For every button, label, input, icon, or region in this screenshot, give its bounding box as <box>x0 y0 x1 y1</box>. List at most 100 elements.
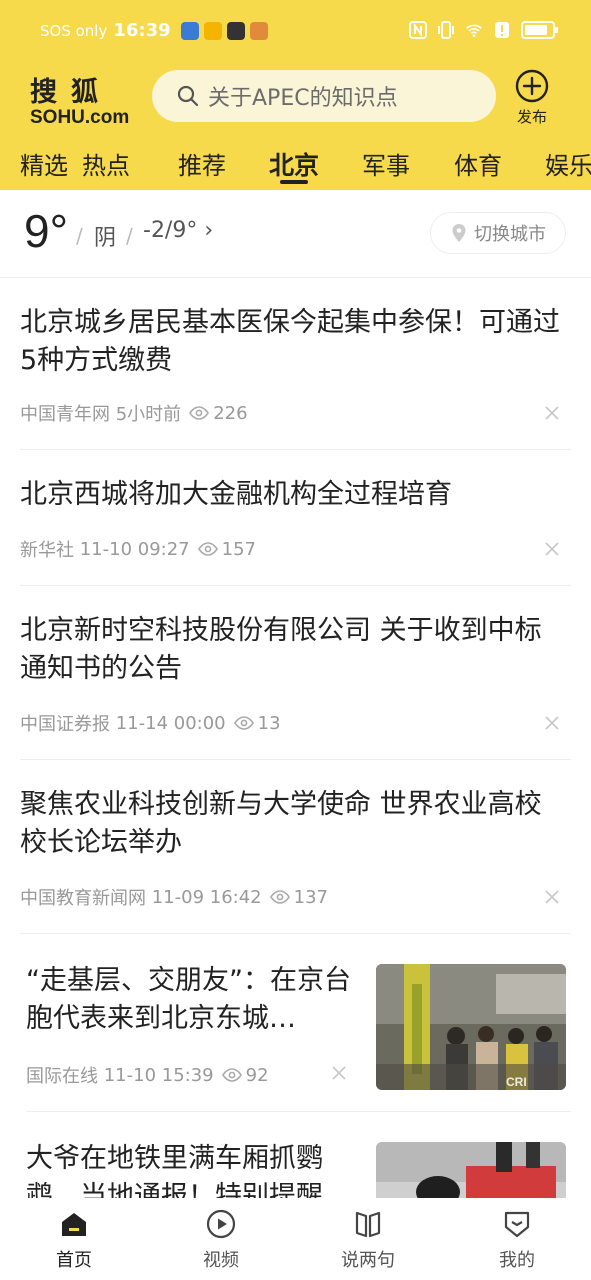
news-thumbnail <box>376 1142 566 1198</box>
close-icon[interactable] <box>545 406 559 420</box>
battery-icon <box>521 21 558 39</box>
close-icon[interactable] <box>545 716 559 730</box>
signal-alert-icon <box>495 22 509 38</box>
news-source: 中国证券报 <box>20 714 110 735</box>
nav-home[interactable]: 首页 <box>34 1208 114 1272</box>
search-icon <box>177 85 199 107</box>
news-item[interactable]: 聚焦农业科技创新与大学使命 世界农业高校校长论坛举办 中国教育新闻网 11-09… <box>20 760 571 934</box>
news-meta: 中国青年网 5小时前 226 <box>20 400 248 426</box>
news-time: 11-14 00:00 <box>115 712 226 734</box>
nav-comments[interactable]: 说两句 <box>328 1208 408 1272</box>
separator: / <box>76 224 83 248</box>
temperature: 9° <box>24 205 68 257</box>
eye-icon <box>221 1068 242 1082</box>
temperature-range-text: -2/9° <box>143 218 198 243</box>
search-placeholder: 关于APEC的知识点 <box>208 86 398 111</box>
tab-tuijian[interactable]: 推荐 <box>178 146 226 181</box>
app-notification-icon <box>249 21 268 40</box>
news-title: 北京新时空科技股份有限公司 关于收到中标通知书的公告 <box>20 615 542 684</box>
news-item[interactable]: 北京城乡居民基本医保今起集中参保！可通过5种方式缴费 中国青年网 5小时前 22… <box>20 278 571 450</box>
wifi-icon <box>466 24 482 38</box>
network-status: SOS only <box>40 21 108 40</box>
weather-bar: 9° / 阴 / -2/9° › 切换城市 <box>0 190 591 278</box>
close-icon[interactable] <box>545 890 559 904</box>
profile-shield-icon <box>504 1211 530 1238</box>
news-views: 137 <box>293 886 328 908</box>
nav-label: 我的 <box>499 1250 535 1271</box>
news-title: 聚焦农业科技创新与大学使命 世界农业高校校长论坛举办 <box>20 789 542 858</box>
nav-label: 说两句 <box>341 1250 395 1271</box>
nav-video[interactable]: 视频 <box>181 1208 261 1272</box>
notification-icons <box>180 21 268 40</box>
book-icon <box>355 1211 381 1238</box>
status-bar-right <box>409 20 558 40</box>
weather-condition: 阴 <box>94 226 117 251</box>
tab-beijing[interactable]: 北京 <box>269 146 319 182</box>
close-icon[interactable] <box>545 542 559 556</box>
nfc-icon <box>409 21 427 39</box>
plus-circle-icon <box>515 69 549 103</box>
news-views: 13 <box>257 712 281 734</box>
news-title: 北京城乡居民基本医保今起集中参保！可通过5种方式缴费 <box>20 307 560 376</box>
app-header: SOS only 16:39 搜狐 SOHU.com 关于APEC的知识点 发布… <box>0 0 591 190</box>
news-item[interactable]: 北京西城将加大金融机构全过程培育 新华社 11-10 09:27 157 <box>20 450 571 586</box>
app-notification-icon <box>226 21 245 40</box>
eye-icon <box>197 542 218 556</box>
switch-city-label: 切换城市 <box>474 224 546 245</box>
play-icon <box>206 1209 236 1239</box>
news-title: “走基层、交朋友”：在京台胞代表来到北京东城… <box>26 965 351 1034</box>
news-meta: 中国证券报 11-14 00:00 13 <box>20 710 281 736</box>
tab-jingxuan[interactable]: 精选 <box>20 146 68 181</box>
news-source: 国际在线 <box>26 1066 98 1087</box>
exhibition-photo: CRI <box>376 964 566 1090</box>
eye-icon <box>189 406 210 420</box>
news-item-with-image[interactable]: 大爷在地铁里满车厢抓鹦鹉，当地通报！特别提醒 <box>26 1112 571 1198</box>
tab-yule[interactable]: 娱乐 <box>545 146 591 181</box>
logo-cn: 搜狐 <box>30 77 112 108</box>
switch-city-button[interactable]: 切换城市 <box>430 212 566 254</box>
search-bar[interactable]: 关于APEC的知识点 <box>152 70 496 122</box>
news-time: 11-10 15:39 <box>103 1064 214 1086</box>
tab-junshi[interactable]: 军事 <box>362 146 410 181</box>
sohu-logo[interactable]: 搜狐 SOHU.com <box>30 70 129 128</box>
temperature-range[interactable]: -2/9° › <box>143 218 213 243</box>
bottom-nav: 首页 视频 说两句 我的 <box>0 1198 591 1280</box>
publish-label: 发布 <box>516 108 547 126</box>
news-views: 157 <box>221 538 256 560</box>
publish-button[interactable]: 发布 <box>508 68 556 127</box>
location-pin-icon <box>452 224 466 242</box>
news-meta: 国际在线 11-10 15:39 92 <box>26 1062 269 1088</box>
active-tab-indicator <box>280 180 308 184</box>
news-meta: 中国教育新闻网 11-09 16:42 137 <box>20 884 328 910</box>
close-icon[interactable] <box>332 1066 346 1080</box>
news-source: 中国教育新闻网 <box>20 888 146 909</box>
news-source: 中国青年网 <box>20 404 110 425</box>
news-title: 大爷在地铁里满车厢抓鹦鹉，当地通报！特别提醒 <box>26 1143 323 1198</box>
app-notification-icon <box>203 21 222 40</box>
news-time: 11-09 16:42 <box>151 886 262 908</box>
news-time: 5小时前 <box>115 404 182 425</box>
news-time: 11-10 09:27 <box>79 538 190 560</box>
news-item-with-image[interactable]: “走基层、交朋友”：在京台胞代表来到北京东城… 国际在线 11-10 15:39… <box>26 934 571 1112</box>
status-bar-left: SOS only 16:39 <box>40 20 268 41</box>
nav-label: 视频 <box>203 1250 239 1271</box>
news-views: 226 <box>213 402 248 424</box>
vibrate-icon <box>438 21 454 39</box>
clock: 16:39 <box>113 20 171 41</box>
news-thumbnail: CRI <box>376 964 566 1090</box>
image-watermark: CRI <box>506 1075 527 1089</box>
news-views: 92 <box>245 1064 269 1086</box>
eye-icon <box>269 890 290 904</box>
app-notification-icon <box>180 21 199 40</box>
home-icon <box>62 1213 86 1236</box>
separator: / <box>126 224 133 248</box>
news-meta: 新华社 11-10 09:27 157 <box>20 536 256 562</box>
tab-tiyu[interactable]: 体育 <box>454 146 502 181</box>
tab-redian[interactable]: 热点 <box>82 146 130 181</box>
nav-profile[interactable]: 我的 <box>477 1208 557 1272</box>
status-bar: SOS only 16:39 <box>0 0 591 64</box>
news-source: 新华社 <box>20 540 74 561</box>
news-item[interactable]: 北京新时空科技股份有限公司 关于收到中标通知书的公告 中国证券报 11-14 0… <box>20 586 571 760</box>
nav-label: 首页 <box>56 1250 92 1271</box>
news-title: 北京西城将加大金融机构全过程培育 <box>20 479 452 510</box>
